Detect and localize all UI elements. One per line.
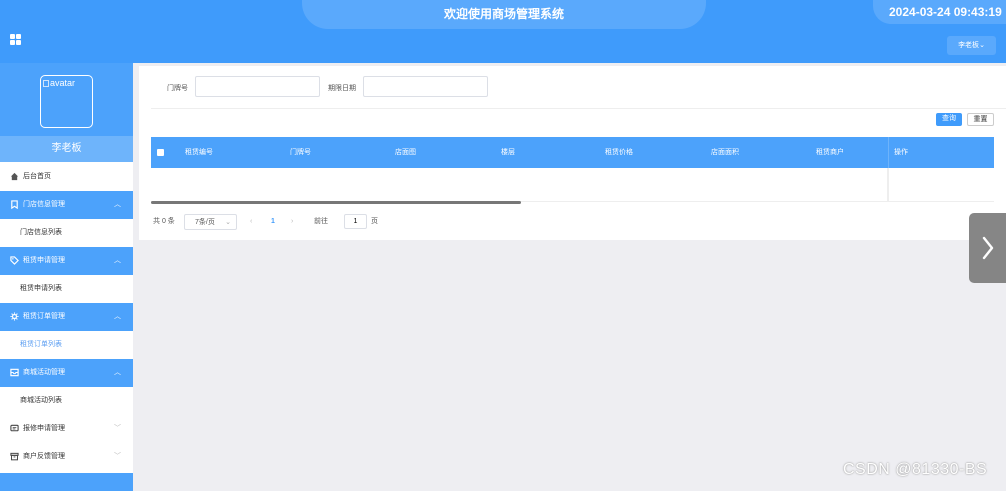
next-slide-button[interactable] <box>969 213 1006 283</box>
fixed-column-divider <box>888 137 889 168</box>
term-date-input[interactable] <box>363 76 488 97</box>
message-icon <box>10 424 19 431</box>
sidebar-item-label: 门店信息管理 <box>23 201 65 208</box>
chevron-up-icon: ︿ <box>114 369 121 376</box>
sidebar-item-label: 商城活动管理 <box>23 369 65 376</box>
current-page-number[interactable]: 1 <box>271 214 275 230</box>
column-header-door-number[interactable]: 门牌号 <box>290 137 311 168</box>
term-date-label: 期限日期 <box>328 85 356 92</box>
sidebar-item-label: 商户反馈管理 <box>23 453 65 460</box>
column-header-store-area[interactable]: 店面面积 <box>711 137 739 168</box>
menu-grid-icon[interactable] <box>10 34 21 45</box>
chevron-up-icon: ︿ <box>114 313 121 320</box>
home-icon <box>10 172 19 180</box>
table-header: 租赁编号 门牌号 店面图 楼层 租赁价格 店面面积 租赁商户 操作 <box>151 137 994 168</box>
column-header-lease-id[interactable]: 租赁编号 <box>185 137 213 168</box>
watermark: CSDN @81330-BS <box>843 461 988 478</box>
sidebar-group-store-info[interactable]: 门店信息管理 ︿ <box>0 191 133 219</box>
horizontal-scrollbar[interactable] <box>151 201 521 204</box>
avatar: avatar <box>40 75 93 128</box>
sidebar-group-lease-order[interactable]: 租赁订单管理 ︿ <box>0 303 133 331</box>
sidebar-group-merchant-feedback[interactable]: 商户反馈管理 ﹀ <box>0 443 133 471</box>
reset-button[interactable]: 重置 <box>967 113 994 126</box>
next-page-icon[interactable]: › <box>291 214 293 230</box>
column-header-lease-merchant[interactable]: 租赁商户 <box>816 137 844 168</box>
column-header-store-image[interactable]: 店面图 <box>395 137 416 168</box>
page-size-select[interactable]: 7条/页 ⌄ <box>184 214 237 230</box>
data-table: 租赁编号 门牌号 店面图 楼层 租赁价格 店面面积 租赁商户 操作 <box>151 137 994 205</box>
column-header-lease-price[interactable]: 租赁价格 <box>605 137 633 168</box>
bookmark-icon <box>11 199 18 209</box>
goto-page-input[interactable] <box>344 214 367 229</box>
column-header-floor[interactable]: 楼层 <box>501 137 515 168</box>
column-header-actions: 操作 <box>894 149 908 156</box>
chevron-down-icon: ﹀ <box>114 453 121 460</box>
sidebar-group-mall-activity[interactable]: 商城活动管理 ︿ <box>0 359 133 387</box>
sidebar-footer-bar <box>0 473 133 491</box>
total-count: 共 0 条 <box>153 218 175 225</box>
page-size-value: 7条/页 <box>195 219 215 226</box>
sidebar-item-label: 租赁申请管理 <box>23 257 65 264</box>
tag-icon <box>10 255 19 265</box>
archive-icon <box>10 452 19 460</box>
user-dropdown-button[interactable]: 李老板⌄ <box>947 36 996 55</box>
chevron-right-icon <box>982 236 994 260</box>
sidebar-item-label: 报修申请管理 <box>23 425 65 432</box>
chevron-up-icon: ︿ <box>114 201 121 208</box>
datetime-display: 2024-03-24 09:43:19 <box>873 0 1006 24</box>
avatar-alt-text: avatar <box>50 78 76 88</box>
goto-label: 前往 <box>314 218 328 225</box>
select-all-checkbox[interactable] <box>157 149 164 156</box>
sidebar: avatar 李老板 后台首页 门店信息管理 ︿ 门店信息列表 租赁申请管理 ︿… <box>0 63 133 491</box>
form-divider <box>151 108 1006 109</box>
submenu-store-info-list[interactable]: 门店信息列表 <box>0 219 133 247</box>
query-button[interactable]: 查询 <box>936 113 962 126</box>
submenu-mall-activity-list[interactable]: 商城活动列表 <box>0 387 133 415</box>
top-header: 欢迎使用商场管理系统 2024-03-24 09:43:19 李老板⌄ <box>0 0 1006 63</box>
user-dropdown-label: 李老板 <box>958 42 980 49</box>
sidebar-item-home[interactable]: 后台首页 <box>0 162 133 191</box>
content-card: 门牌号 期限日期 查询 重置 租赁编号 门牌号 店面图 楼层 租赁价格 店面面积… <box>139 66 1006 240</box>
system-title: 欢迎使用商场管理系统 <box>302 0 706 29</box>
sidebar-group-repair-application[interactable]: 报修申请管理 ﹀ <box>0 415 133 443</box>
chevron-down-icon: ﹀ <box>114 425 121 432</box>
profile-panel: avatar <box>0 63 133 136</box>
inbox-icon <box>10 368 19 376</box>
sidebar-item-label: 租赁订单管理 <box>23 313 65 320</box>
sidebar-group-lease-application[interactable]: 租赁申请管理 ︿ <box>0 247 133 275</box>
sidebar-item-label: 后台首页 <box>23 173 51 180</box>
sidebar-username: 李老板 <box>0 136 133 162</box>
submenu-lease-order-list[interactable]: 租赁订单列表 <box>0 331 133 359</box>
broken-image-icon <box>43 80 49 87</box>
chevron-up-icon: ︿ <box>114 257 121 264</box>
table-body-empty <box>151 168 994 202</box>
chevron-down-icon: ⌄ <box>225 219 231 226</box>
gear-icon <box>10 312 19 321</box>
door-number-input[interactable] <box>195 76 320 97</box>
door-number-label: 门牌号 <box>167 85 188 92</box>
prev-page-icon[interactable]: ‹ <box>250 214 252 230</box>
submenu-lease-application-list[interactable]: 租赁申请列表 <box>0 275 133 303</box>
fixed-column-divider <box>887 168 889 202</box>
chevron-down-icon: ⌄ <box>979 42 985 49</box>
page-unit-label: 页 <box>371 218 378 225</box>
